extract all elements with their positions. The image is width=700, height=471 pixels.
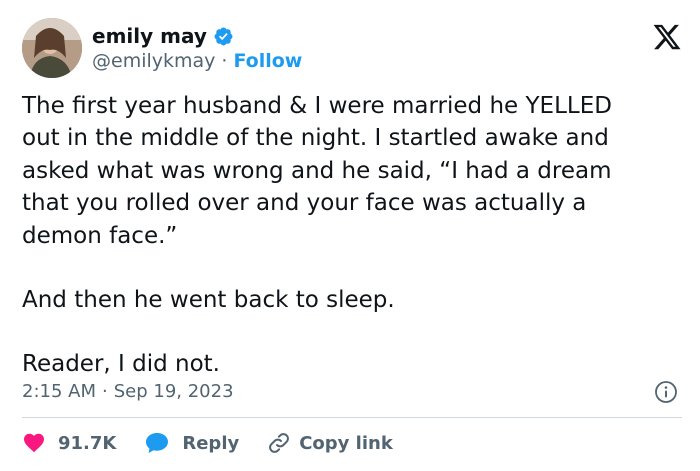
author-handle[interactable]: @emilykmay (92, 50, 215, 72)
author-name-row: emily may (92, 24, 234, 48)
avatar-photo (22, 18, 82, 78)
info-icon[interactable] (654, 380, 678, 404)
tweet-time[interactable]: 2:15 AM (22, 381, 96, 402)
separator-dot: · (102, 380, 108, 402)
follow-button[interactable]: Follow (233, 50, 302, 72)
verified-badge-icon (213, 26, 234, 47)
avatar[interactable] (22, 18, 82, 78)
like-count: 91.7K (58, 432, 117, 454)
copy-link-button[interactable]: Copy link (267, 431, 393, 455)
link-icon (267, 431, 291, 455)
like-button[interactable]: 91.7K (22, 431, 116, 455)
heart-icon (22, 431, 46, 455)
author-name[interactable]: emily may (92, 24, 207, 48)
tweet-actions: 91.7K Reply Copy link (22, 428, 393, 458)
tweet-paragraph: And then he went back to sleep. (22, 287, 395, 314)
tweet-paragraph: The first year husband & I were married … (22, 93, 612, 249)
divider (22, 417, 682, 418)
author-handle-row: @emilykmay · Follow (92, 50, 302, 72)
tweet-timestamp-row: 2:15 AM · Sep 19, 2023 (22, 378, 682, 404)
tweet-date[interactable]: Sep 19, 2023 (114, 381, 234, 402)
tweet-text: The first year husband & I were married … (22, 90, 682, 381)
x-logo-icon[interactable] (652, 22, 682, 52)
copy-link-label: Copy link (299, 432, 393, 454)
speech-bubble-icon (144, 431, 170, 455)
tweet-header: emily may @emilykmay · Follow (22, 14, 682, 78)
tweet-paragraph: Reader, I did not. (22, 351, 220, 378)
separator-dot: · (221, 50, 228, 72)
reply-button[interactable]: Reply (144, 431, 239, 455)
reply-label: Reply (182, 432, 240, 454)
